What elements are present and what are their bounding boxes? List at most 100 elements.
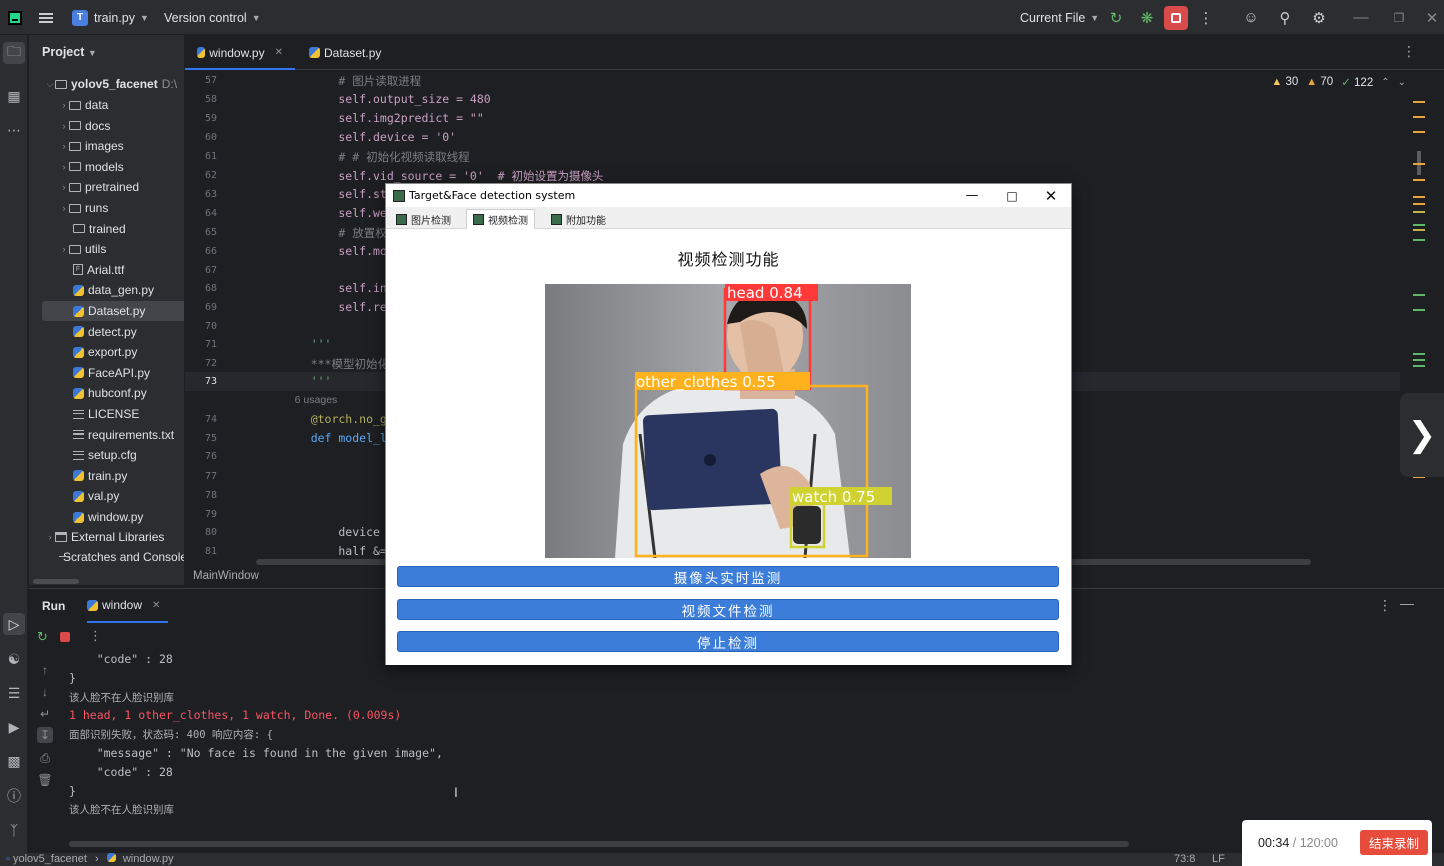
minimize-button[interactable]: — [1350,0,1372,35]
tree-item[interactable]: FaceAPI.py [29,363,184,383]
camera-monitor-button[interactable]: 摄像头实时监测 [397,566,1059,587]
tree-item[interactable]: detect.py [29,322,184,342]
tree-item[interactable]: train.py [29,466,184,486]
tree-item[interactable]: export.py [29,342,184,362]
tree-item[interactable]: › utils [29,239,184,259]
caret-position[interactable]: 73:8 [1174,853,1195,865]
chevron-up-icon[interactable]: ⌃ [1381,77,1389,88]
python-console-icon[interactable]: ☯ [3,648,25,670]
folder-icon[interactable]: 🗀 [3,42,25,64]
scroll-to-end-icon[interactable]: ↧ [37,727,53,743]
run-icon[interactable]: ▷ [3,613,25,635]
more-vertical-icon[interactable]: ⋮ [1378,597,1392,614]
trash-icon[interactable]: 🗑 [37,772,53,788]
more-vertical-icon[interactable]: ⋮ [89,628,102,644]
tree-scratches[interactable]: Scratches and Consoles [29,547,184,567]
run-tab-window[interactable]: window ✕ [87,589,169,623]
arrow-down-icon[interactable]: ↓ [37,684,53,700]
main-menu-icon[interactable] [39,0,53,35]
tree-root[interactable]: ⌵ yolov5_facenet D:\ [29,74,184,94]
tab-window-py[interactable]: window.py ✕ [185,35,295,70]
app-logo [8,0,22,35]
end-recording-button[interactable]: 结束录制 [1360,830,1428,855]
debug-button[interactable]: ❋ [1136,0,1158,35]
vcs-menu[interactable]: Version control ▼ [164,0,261,35]
tree-item[interactable]: › data [29,95,184,115]
tree-item[interactable]: LICENSE [29,404,184,424]
video-file-detect-button[interactable]: 视频文件检测 [397,599,1059,620]
rerun-button[interactable]: ↻ [1105,0,1127,35]
print-icon[interactable]: ⎙ [37,750,53,766]
soft-wrap-icon[interactable]: ↵ [37,706,53,722]
tree-item[interactable]: › models [29,157,184,177]
tree-item[interactable]: window.py [29,507,184,527]
tree-item[interactable]: › runs [29,198,184,218]
project-panel-header[interactable]: Project ▼ [42,45,97,59]
tree-item[interactable]: F Arial.ttf [29,260,184,280]
tree-item-label: FaceAPI.py [88,365,151,380]
project-selector[interactable]: T train.py ▼ [72,0,149,35]
console-output[interactable]: "code" : 28} 该人脸不在人脸识别库 1 head, 1 other_cl… [69,649,1429,839]
tree-item[interactable]: requirements.txt [29,425,184,445]
line-number: 78 [204,490,217,501]
tree-item[interactable]: Dataset.py [42,301,184,321]
close-tab-icon[interactable]: ✕ [152,600,160,611]
stop-detect-button[interactable]: 停止检测 [397,631,1059,652]
tree-item-label: requirements.txt [88,427,175,442]
console-hscrollbar[interactable] [69,841,1129,847]
tree-item[interactable]: trained [29,219,184,239]
tab-extra-functions[interactable]: 附加功能 [545,209,612,229]
rerun-icon[interactable]: ↻ [37,629,48,645]
chevron-down-icon[interactable]: ⌄ [1398,77,1406,88]
recording-widget: 00:34 / 120:00 结束录制 [1242,820,1432,866]
search-button[interactable]: ⚲ [1274,0,1296,35]
bug-icon: ❋ [1140,9,1154,27]
tree-item[interactable]: › docs [29,116,184,136]
tree-item[interactable]: › images [29,136,184,156]
close-button[interactable]: ✕ [1421,0,1443,35]
more-vertical-icon[interactable]: ⋮ [1402,43,1416,60]
app-minimize-button[interactable]: — [952,184,992,207]
status-breadcrumb[interactable]: ▫ yolov5_facenet › window.py [6,853,174,865]
video-frame-image: head 0.84 other_clothes 0.55 watch 0.75 [545,284,911,558]
folder-icon [69,141,81,151]
line-number: 74 [204,414,217,425]
line-separator[interactable]: LF [1212,853,1225,865]
app-maximize-button[interactable]: □ [992,184,1032,207]
tab-image-detection[interactable]: 图片检测 [390,209,457,229]
chevron-down-icon: ▼ [87,48,97,58]
arrow-up-icon[interactable]: ↑ [37,662,53,678]
tree-item[interactable]: val.py [29,486,184,506]
problems-icon[interactable]: ⓘ [3,785,25,807]
minimize-panel-icon[interactable]: — [1400,595,1414,611]
more-actions-button[interactable]: ⋮ [1195,0,1217,35]
settings-button[interactable]: ⚙ [1308,0,1330,35]
inspection-widget[interactable]: ▲ 30 ▲ 70 ✓ 122 ⌃ ⌄ [1271,75,1406,89]
run-config-selector[interactable]: Current File ▼ [1020,0,1099,35]
git-icon[interactable]: ᛉ [3,819,25,841]
tree-external-libraries[interactable]: › External Libraries [29,527,184,547]
stop-button[interactable] [1164,0,1188,35]
layers-icon[interactable]: ☰ [3,682,25,704]
account-button[interactable]: ☺ [1240,0,1262,35]
close-tab-icon[interactable]: ✕ [275,47,283,58]
stop-icon[interactable] [60,632,70,642]
tree-item[interactable]: hubconf.py [29,383,184,403]
app-close-button[interactable]: ✕ [1031,184,1071,207]
terminal-icon[interactable]: ▩ [3,750,25,772]
services-icon[interactable]: ▶ [3,716,25,738]
tree-item[interactable]: data_gen.py [29,280,184,300]
run-config-label: Current File [1020,10,1086,25]
tree-item[interactable]: setup.cfg [29,445,184,465]
tab-video-detection[interactable]: 视频检测 [466,209,535,229]
line-number: 60 [204,132,217,143]
project-scrollbar[interactable] [33,579,79,584]
chevron-right-icon[interactable]: ❯ [1400,393,1444,477]
maximize-button[interactable]: ❐ [1388,0,1410,35]
error-stripe[interactable] [1413,91,1425,561]
tree-item[interactable]: › pretrained [29,177,184,197]
more-horizontal-icon[interactable]: ⋯ [3,119,25,141]
structure-icon[interactable]: ▦ [3,85,25,107]
console-line: "message" : "No face is found in the giv… [69,746,443,760]
tab-dataset-py[interactable]: Dataset.py [297,35,393,70]
